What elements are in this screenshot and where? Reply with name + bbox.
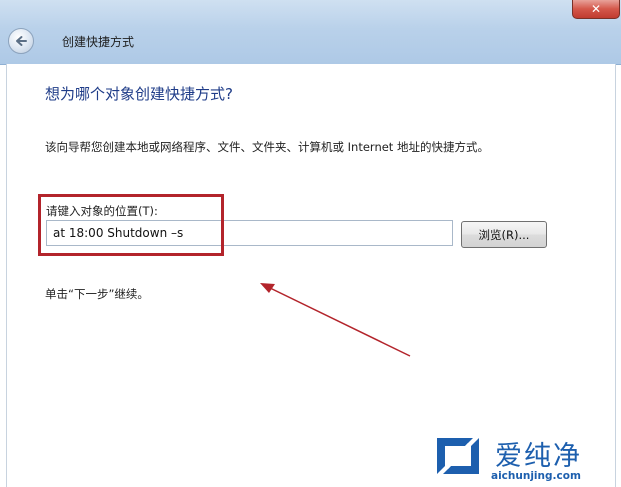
aichunjing-logo-icon [433, 434, 483, 478]
watermark-url: aichunjing.com [491, 470, 581, 482]
annotation-arrow [260, 283, 411, 357]
watermark-logo: 爱纯净 aichunjing.com [425, 432, 621, 487]
watermark-name: 爱纯净 [495, 441, 582, 472]
